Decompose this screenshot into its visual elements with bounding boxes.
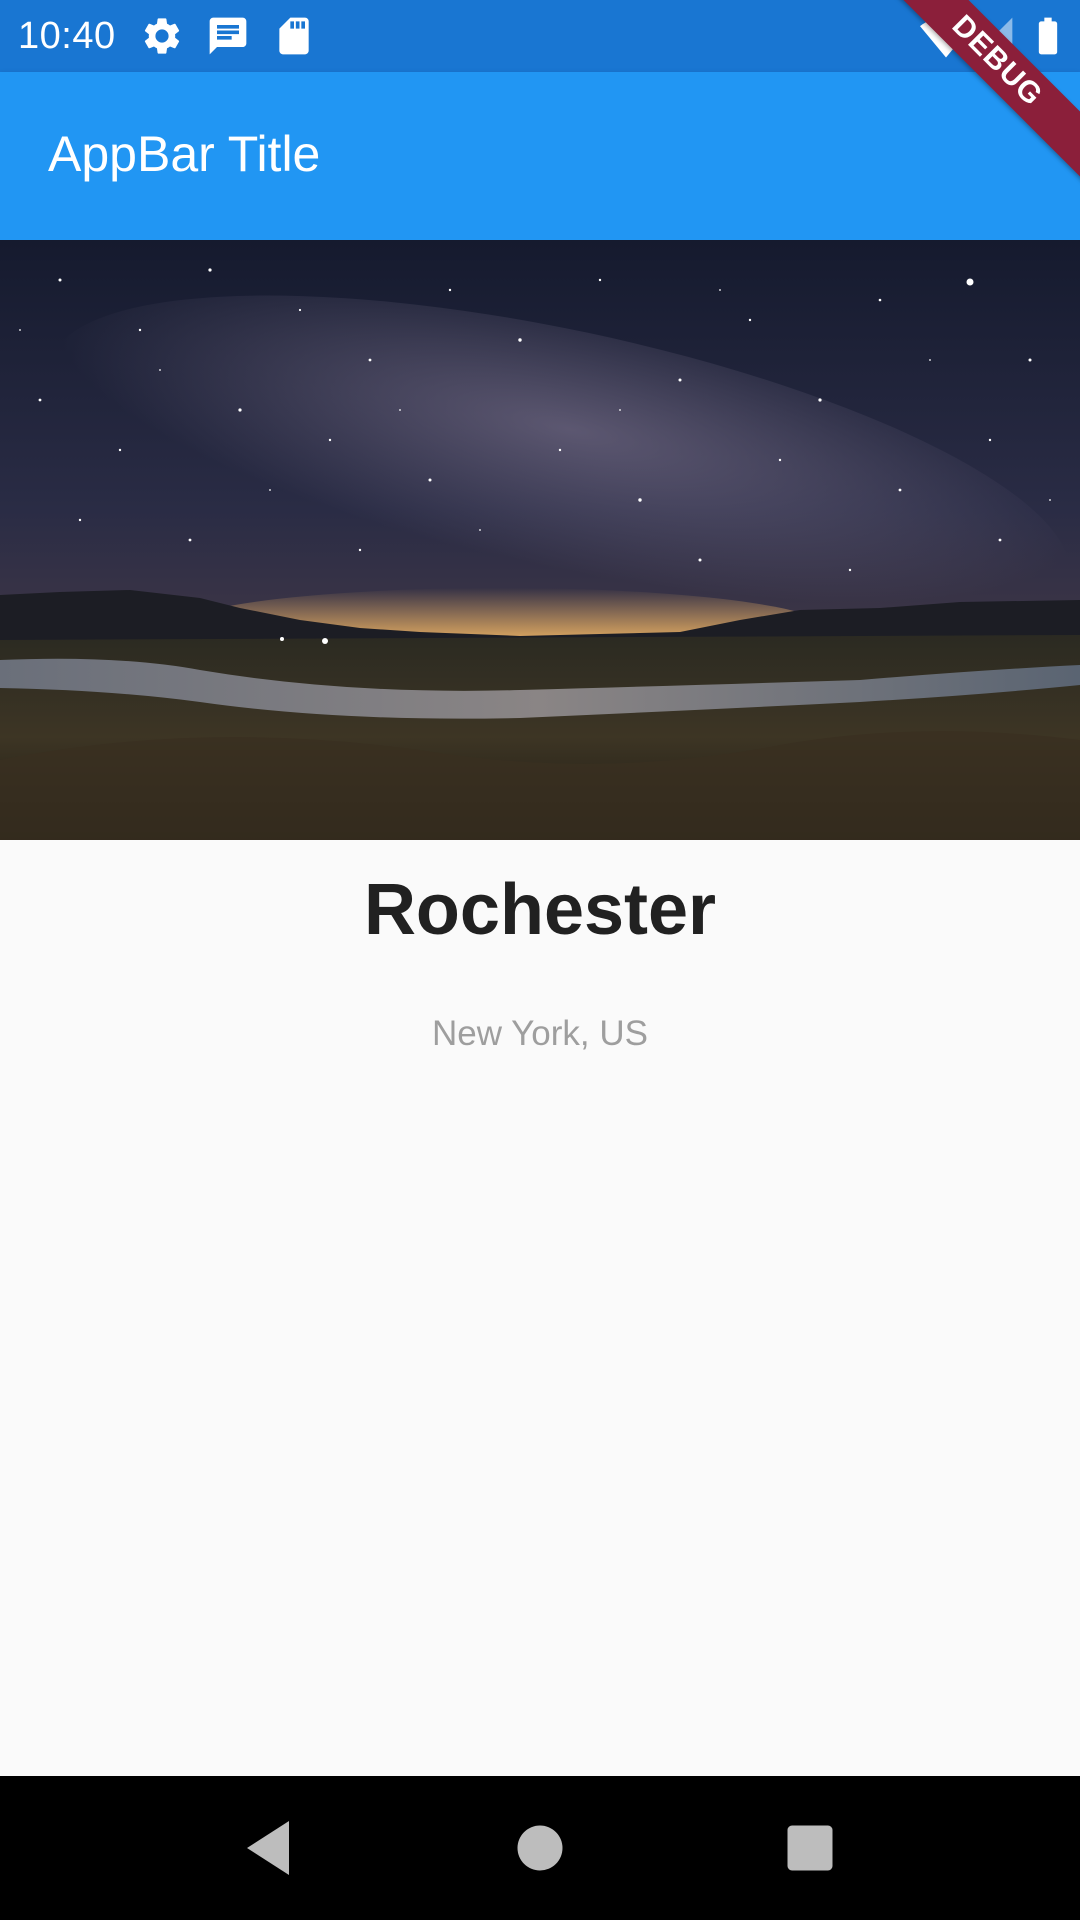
back-icon[interactable] bbox=[232, 1812, 304, 1884]
app-bar: AppBar Title bbox=[0, 72, 1080, 240]
battery-icon bbox=[1026, 14, 1070, 58]
night-sky-landscape-image bbox=[0, 240, 1080, 840]
app-bar-title: AppBar Title bbox=[48, 126, 321, 182]
hero-image bbox=[0, 240, 1080, 840]
status-time: 10:40 bbox=[18, 15, 116, 57]
message-icon bbox=[206, 14, 250, 58]
place-title: Rochester bbox=[363, 870, 717, 950]
recents-icon[interactable] bbox=[774, 1812, 846, 1884]
sd-card-icon bbox=[272, 14, 316, 58]
home-icon[interactable] bbox=[504, 1812, 576, 1884]
system-nav-bar bbox=[0, 1776, 1080, 1920]
app-screen: 10:40 DEBUG AppBar Title Rochester New Y… bbox=[0, 0, 1080, 1920]
place-location: New York, US bbox=[432, 1014, 648, 1053]
gear-icon bbox=[140, 14, 184, 58]
